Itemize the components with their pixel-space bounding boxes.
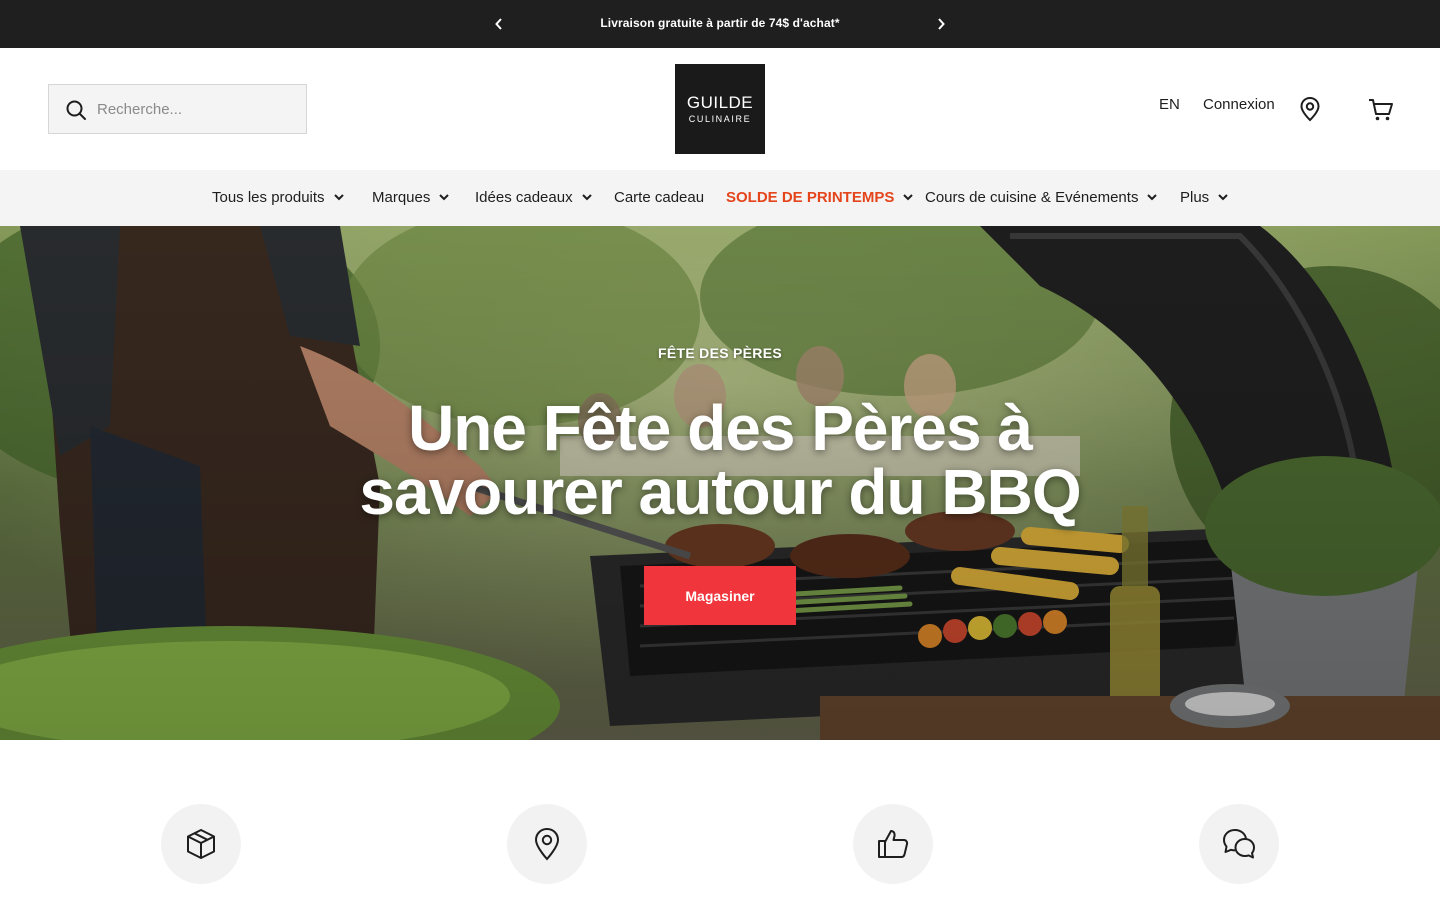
nav-item-label: Cours de cuisine & Evénements [925, 189, 1139, 206]
announcement-message: Livraison gratuite à partir de 74$ d'ach… [600, 16, 840, 30]
shop-button[interactable]: Magasiner [644, 566, 796, 625]
chat-bubbles-icon [1223, 829, 1255, 859]
map-pin-icon [534, 827, 560, 861]
announcement-prev-button[interactable] [489, 14, 509, 34]
chevron-down-icon [1147, 194, 1158, 201]
thumbs-up-icon [878, 830, 909, 858]
cart-icon[interactable] [1368, 98, 1394, 122]
language-switch[interactable]: EN [1159, 96, 1180, 113]
chevron-right-icon [938, 18, 945, 30]
hero-banner: FÊTE DES PÈRES Une Fête des Pères à savo… [0, 226, 1440, 740]
nav-item-label: SOLDE DE PRINTEMPS [726, 189, 895, 206]
box-icon [187, 829, 215, 859]
feature-delivery [161, 804, 241, 884]
nav-item-brands[interactable]: Marques [372, 189, 450, 206]
feature-support [1199, 804, 1279, 884]
feature-quality [853, 804, 933, 884]
nav-item-gift-ideas[interactable]: Idées cadeaux [475, 189, 592, 206]
nav-item-label: Marques [372, 189, 431, 206]
nav-item-more[interactable]: Plus [1180, 189, 1228, 206]
nav-item-label: Carte cadeau [614, 189, 705, 206]
nav-item-all-products[interactable]: Tous les produits [212, 189, 344, 206]
main-nav: Tous les produits Marques Idées cadeaux … [0, 170, 1440, 226]
site-header: GUILDE CULINAIRE EN Connexion [0, 48, 1440, 170]
chevron-down-icon [581, 194, 592, 201]
nav-item-cooking-classes[interactable]: Cours de cuisine & Evénements [925, 189, 1158, 206]
feature-stores [507, 804, 587, 884]
logo-line-1: GUILDE [686, 92, 754, 112]
chevron-down-icon [333, 194, 344, 201]
nav-item-label: Tous les produits [212, 189, 325, 206]
nav-item-spring-sale[interactable]: SOLDE DE PRINTEMPS [726, 189, 914, 206]
hero-eyebrow: FÊTE DES PÈRES [657, 345, 782, 361]
hero-title: Une Fête des Pères à savourer autour du … [359, 392, 1081, 528]
nav-item-label: Idées cadeaux [475, 189, 573, 206]
chevron-left-icon [495, 18, 502, 30]
search-icon [66, 100, 86, 120]
chevron-down-icon [903, 194, 914, 201]
announcement-bar: Livraison gratuite à partir de 74$ d'ach… [0, 0, 1440, 48]
search-box[interactable] [48, 84, 307, 134]
chevron-down-icon [1218, 194, 1228, 201]
login-link[interactable]: Connexion [1203, 96, 1275, 113]
map-pin-icon[interactable] [1298, 96, 1322, 122]
logo-line-2: CULINAIRE [688, 113, 752, 124]
announcement-next-button[interactable] [931, 14, 951, 34]
site-logo[interactable]: GUILDE CULINAIRE [675, 64, 765, 154]
nav-item-gift-card[interactable]: Carte cadeau [614, 189, 704, 206]
search-input[interactable] [97, 85, 297, 133]
nav-item-label: Plus [1180, 189, 1210, 206]
chevron-down-icon [439, 194, 450, 201]
